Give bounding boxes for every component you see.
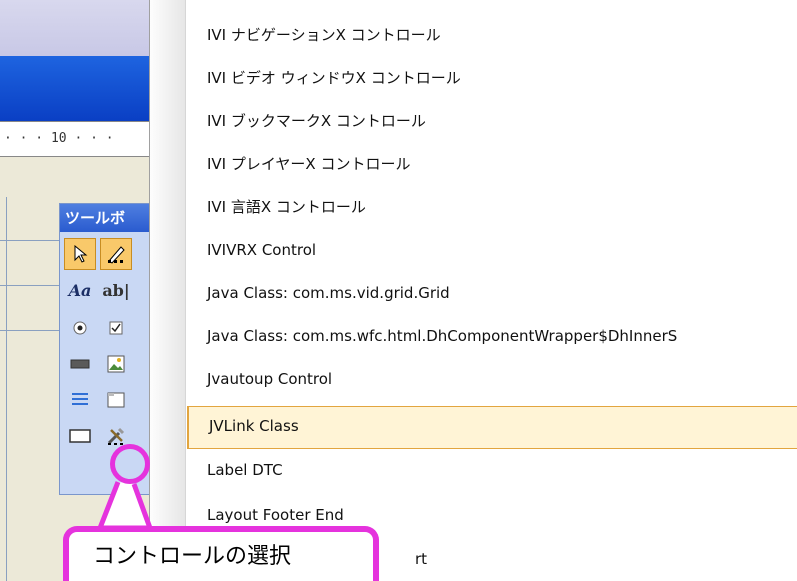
grid-line bbox=[0, 330, 60, 331]
tools-icon bbox=[107, 427, 125, 445]
toolbox-title[interactable]: ツールボ bbox=[60, 204, 155, 232]
menu-item-label: Layout Footer End bbox=[207, 506, 344, 524]
image-icon bbox=[107, 355, 125, 373]
frame-tool[interactable] bbox=[100, 384, 132, 416]
menu-item-label: IVI 言語X コントロール bbox=[207, 198, 366, 216]
menu-item-java-grid[interactable]: Java Class: com.ms.vid.grid.Grid bbox=[187, 272, 797, 315]
ruler: · · · 10 · · · bbox=[0, 121, 150, 157]
menu-item-label: Label DTC bbox=[207, 461, 283, 479]
list-icon bbox=[72, 393, 88, 405]
checkbox-tool[interactable] bbox=[100, 312, 132, 344]
menu-item-label: IVI ビデオ ウィンドウX コントロール bbox=[207, 69, 461, 87]
window-title-bar bbox=[0, 56, 150, 121]
menu-item-ivi-video-window[interactable]: IVI ビデオ ウィンドウX コントロール bbox=[187, 57, 797, 100]
menu-item-ivi-navigation[interactable]: IVI ナビゲーションX コントロール bbox=[187, 14, 797, 57]
window-top-area bbox=[0, 0, 150, 56]
ruler-text: · · · 10 · · · bbox=[4, 131, 114, 146]
textbox-tool[interactable]: ab| bbox=[100, 274, 132, 306]
callout-label: コントロールの選択 bbox=[63, 526, 379, 581]
checkbox-icon bbox=[109, 321, 123, 335]
menu-item-label: IVI ブックマークX コントロール bbox=[207, 112, 426, 130]
button-icon bbox=[70, 359, 90, 369]
label-tool-glyph: Aa bbox=[68, 280, 92, 300]
menu-item-ivivrx-control[interactable]: IVIVRX Control bbox=[187, 229, 797, 272]
image-tool[interactable] bbox=[100, 348, 132, 380]
button-tool[interactable] bbox=[64, 348, 96, 380]
rectangle-tool[interactable] bbox=[64, 420, 96, 452]
menu-item-label: rt bbox=[415, 550, 428, 568]
menu-item-label: IVIVRX Control bbox=[207, 241, 317, 259]
toolbar-band bbox=[0, 157, 150, 198]
menu-icon-gutter bbox=[150, 0, 186, 581]
menu-item-label: Java Class: com.ms.vid.grid.Grid bbox=[207, 284, 450, 302]
menu-item-jvautoup[interactable]: Jvautoup Control bbox=[187, 358, 797, 401]
multi-select-tool[interactable] bbox=[100, 238, 132, 270]
menu-item-ivi-player[interactable]: IVI プレイヤーX コントロール bbox=[187, 143, 797, 186]
radio-icon bbox=[73, 321, 87, 335]
list-tool[interactable] bbox=[64, 384, 96, 416]
menu-item-label: IVI ナビゲーションX コントロール bbox=[207, 26, 441, 44]
rectangle-icon bbox=[69, 429, 91, 443]
pointer-tool[interactable] bbox=[64, 238, 96, 270]
menu-item-label: Jvautoup Control bbox=[207, 370, 333, 388]
label-tool[interactable]: Aa bbox=[64, 274, 96, 306]
frame-icon bbox=[107, 392, 125, 408]
grid-line bbox=[0, 285, 60, 286]
callout-highlight-ring bbox=[110, 444, 150, 484]
multi-select-icon bbox=[108, 246, 125, 264]
menu-item-ivi-bookmark[interactable]: IVI ブックマークX コントロール bbox=[187, 100, 797, 143]
radio-tool[interactable] bbox=[64, 312, 96, 344]
menu-item-label: JVLink Class bbox=[209, 417, 299, 435]
pointer-icon bbox=[74, 245, 88, 263]
menu-item-label: IVI プレイヤーX コントロール bbox=[207, 155, 411, 173]
menu-item-label: Java Class: com.ms.wfc.html.DhComponentW… bbox=[207, 327, 678, 345]
controls-menu: IVI ナビゲーションX コントロール IVI ビデオ ウィンドウX コントロー… bbox=[149, 0, 797, 581]
grid-line bbox=[0, 240, 60, 241]
menu-item-jvlink-class[interactable]: JVLink Class bbox=[187, 406, 797, 449]
menu-item-java-dhcomponent[interactable]: Java Class: com.ms.wfc.html.DhComponentW… bbox=[187, 315, 797, 358]
textbox-tool-glyph: ab| bbox=[102, 280, 130, 300]
menu-item-label-dtc[interactable]: Label DTC bbox=[187, 449, 797, 492]
grid-line bbox=[6, 197, 7, 581]
menu-item-ivi-language[interactable]: IVI 言語X コントロール bbox=[187, 186, 797, 229]
